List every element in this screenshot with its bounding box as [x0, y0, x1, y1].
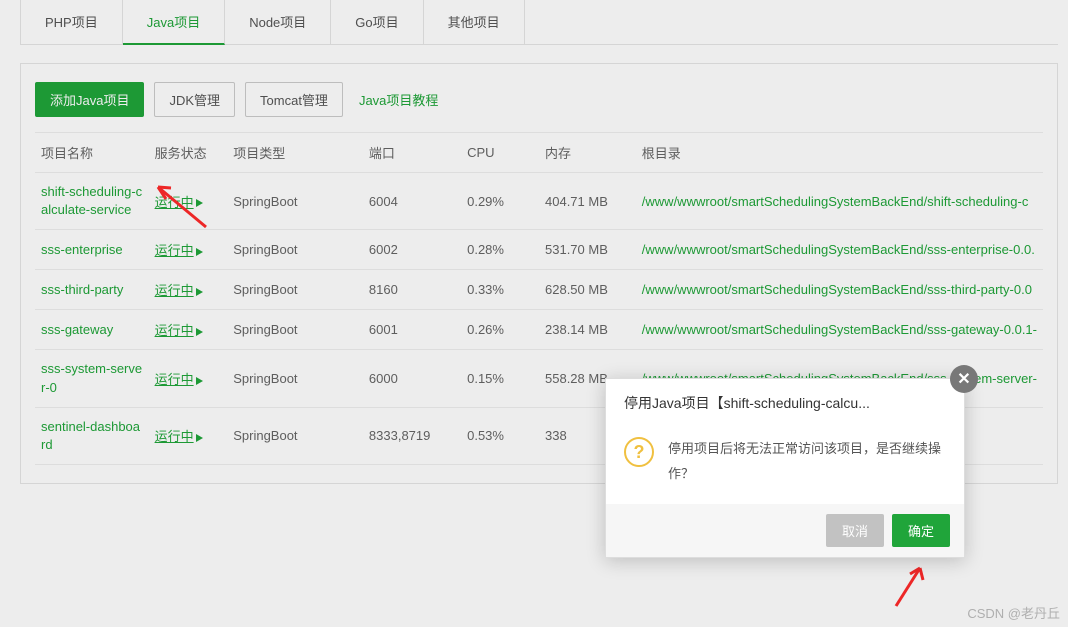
project-port: 6000 [363, 350, 461, 407]
project-port: 6001 [363, 310, 461, 350]
tab-go[interactable]: Go项目 [331, 0, 423, 44]
root-dir-link[interactable]: /www/wwwroot/smartSchedulingSystemBackEn… [642, 242, 1035, 257]
dialog-title: 停用Java项目【shift-scheduling-calcu... [606, 379, 964, 423]
dialog-message: 停用项目后将无法正常访问该项目，是否继续操作？ [668, 437, 946, 486]
confirm-dialog: ✕ 停用Java项目【shift-scheduling-calcu... ? 停… [605, 378, 965, 558]
project-cpu: 0.15% [461, 350, 539, 407]
java-tutorial-link[interactable]: Java项目教程 [353, 90, 444, 109]
project-mem: 238.14 MB [539, 310, 636, 350]
project-port: 8333,8719 [363, 407, 461, 464]
project-port: 6004 [363, 173, 461, 230]
table-row: shift-scheduling-calculate-service 运行中 Spr… [35, 173, 1043, 230]
status-text[interactable]: 运行中 [155, 195, 194, 210]
play-icon [196, 328, 203, 336]
project-port: 8160 [363, 270, 461, 310]
project-mem: 404.71 MB [539, 173, 636, 230]
project-name-link[interactable]: sss-system-server-0 [41, 360, 143, 396]
project-type: SpringBoot [227, 407, 363, 464]
root-dir-link[interactable]: /www/wwwroot/smartSchedulingSystemBackEn… [642, 322, 1037, 337]
status-text[interactable]: 运行中 [155, 323, 194, 338]
table-row: sss-enterprise 运行中 SpringBoot60020.28%531.… [35, 230, 1043, 270]
project-name-link[interactable]: sss-gateway [41, 321, 113, 339]
play-icon [196, 199, 203, 207]
tab-php[interactable]: PHP项目 [20, 0, 123, 44]
status-text[interactable]: 运行中 [155, 372, 194, 387]
play-icon [196, 248, 203, 256]
confirm-button[interactable]: 确定 [892, 514, 950, 547]
project-name-link[interactable]: shift-scheduling-calculate-service [41, 183, 143, 219]
project-type: SpringBoot [227, 310, 363, 350]
play-icon [196, 288, 203, 296]
play-icon [196, 434, 203, 442]
project-name-link[interactable]: sss-enterprise [41, 241, 123, 259]
table-row: sss-third-party 运行中 SpringBoot81600.33%628… [35, 270, 1043, 310]
table-row: sss-gateway 运行中 SpringBoot60010.26%238.14 … [35, 310, 1043, 350]
toolbar: 添加Java项目 JDK管理 Tomcat管理 Java项目教程 [35, 82, 1043, 117]
status-text[interactable]: 运行中 [155, 283, 194, 298]
project-cpu: 0.33% [461, 270, 539, 310]
project-cpu: 0.28% [461, 230, 539, 270]
tomcat-manage-button[interactable]: Tomcat管理 [245, 82, 343, 117]
project-cpu: 0.29% [461, 173, 539, 230]
root-dir-link[interactable]: /www/wwwroot/smartSchedulingSystemBackEn… [642, 282, 1032, 297]
tab-other[interactable]: 其他项目 [424, 0, 525, 44]
project-cpu: 0.53% [461, 407, 539, 464]
project-mem: 531.70 MB [539, 230, 636, 270]
th-type: 项目类型 [227, 133, 363, 173]
project-type: SpringBoot [227, 230, 363, 270]
th-root: 根目录 [636, 133, 1043, 173]
project-name-link[interactable]: sss-third-party [41, 281, 123, 299]
project-cpu: 0.26% [461, 310, 539, 350]
th-mem: 内存 [539, 133, 636, 173]
status-text[interactable]: 运行中 [155, 243, 194, 258]
jdk-manage-button[interactable]: JDK管理 [154, 82, 235, 117]
project-port: 6002 [363, 230, 461, 270]
add-java-project-button[interactable]: 添加Java项目 [35, 82, 144, 117]
play-icon [196, 377, 203, 385]
question-icon: ? [624, 437, 654, 467]
cancel-button[interactable]: 取消 [826, 514, 884, 547]
status-text[interactable]: 运行中 [155, 429, 194, 444]
tab-java[interactable]: Java项目 [123, 0, 225, 45]
th-cpu: CPU [461, 133, 539, 173]
close-icon[interactable]: ✕ [950, 365, 978, 393]
tab-node[interactable]: Node项目 [225, 0, 331, 44]
annotation-arrow-icon [890, 560, 930, 610]
th-status: 服务状态 [149, 133, 228, 173]
project-name-link[interactable]: sentinel-dashboard [41, 418, 143, 454]
th-name: 项目名称 [35, 133, 149, 173]
project-type: SpringBoot [227, 350, 363, 407]
project-type: SpringBoot [227, 270, 363, 310]
project-mem: 628.50 MB [539, 270, 636, 310]
project-type: SpringBoot [227, 173, 363, 230]
watermark: CSDN @老丹丘 [967, 603, 1060, 622]
project-type-tabs: PHP项目 Java项目 Node项目 Go项目 其他项目 [20, 0, 1058, 45]
root-dir-link[interactable]: /www/wwwroot/smartSchedulingSystemBackEn… [642, 194, 1029, 209]
th-port: 端口 [363, 133, 461, 173]
